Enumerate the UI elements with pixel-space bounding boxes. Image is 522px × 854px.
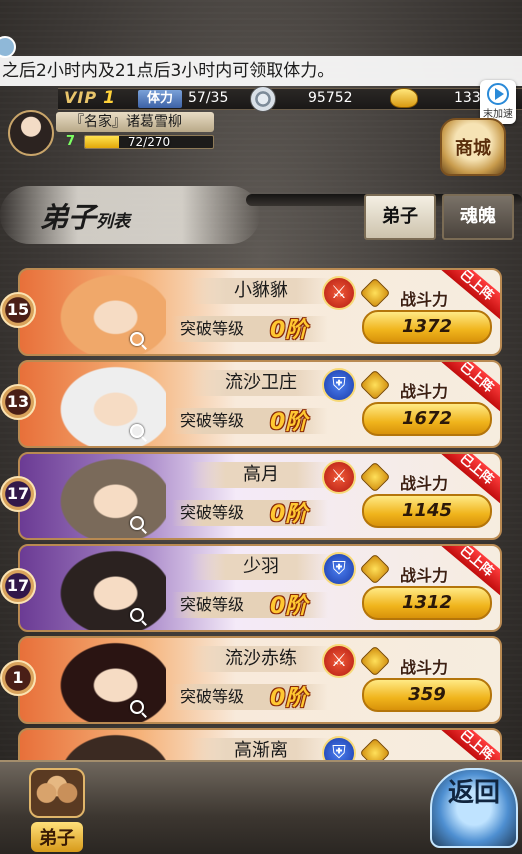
return-button[interactable]: 返回 <box>430 768 518 848</box>
hero-level-badge: 15 <box>0 292 36 328</box>
shield-icon: ⛨ <box>322 368 356 402</box>
power-label: 战斗力 <box>400 290 449 309</box>
stamina-label: 体力 <box>138 90 182 108</box>
hero-card[interactable]: 流沙卫庄 突破等级 0阶 ⛨ 战斗力 1672 已上阵 <box>18 360 502 448</box>
sword-icon: ⚔ <box>322 644 356 678</box>
power-label: 战斗力 <box>400 474 449 493</box>
mall-button[interactable]: 商城 <box>440 118 506 176</box>
tab-disciples[interactable]: 弟子 <box>364 194 436 240</box>
coin-value: 95752 <box>308 90 353 106</box>
magnifier-icon[interactable] <box>130 332 144 346</box>
hero-card[interactable]: 流沙赤练 突破等级 0阶 ⚔ 战斗力 359 <box>18 636 502 724</box>
return-label: 返回 <box>447 778 500 808</box>
sword-icon: ⚔ <box>322 460 356 494</box>
star-icon <box>359 369 391 401</box>
power-value: 1372 <box>362 310 492 344</box>
star-icon <box>359 553 391 585</box>
hero-name: 流沙卫庄 <box>190 370 332 396</box>
power-label: 战斗力 <box>400 566 449 585</box>
hero-portrait[interactable] <box>54 638 166 722</box>
star-icon <box>359 737 391 760</box>
star-icon <box>359 277 391 309</box>
disciple-nav-label: 弟子 <box>31 822 83 852</box>
disciples-icon <box>29 768 85 818</box>
player-name: 『名家』诸葛雪柳 <box>56 112 214 132</box>
vip-indicator[interactable]: VIP 1 <box>64 88 116 108</box>
magnifier-icon[interactable] <box>130 516 144 530</box>
hero-name: 高月 <box>190 462 332 488</box>
hero-portrait[interactable] <box>54 546 166 630</box>
break-level-value: 0阶 <box>270 410 308 435</box>
break-level-value: 0阶 <box>270 686 308 711</box>
shield-icon: ⛨ <box>322 736 356 760</box>
hero-level-badge: 13 <box>0 384 36 420</box>
break-level-value: 0阶 <box>270 502 308 527</box>
page-title-main: 弟子 <box>40 201 97 234</box>
hero-name: 高渐离 <box>190 738 332 760</box>
break-level-value: 0阶 <box>270 594 308 619</box>
announcement-marquee: 之后2小时内及21点后3小时内可领取体力。 <box>0 56 522 86</box>
hero-level-badge: 1 <box>0 660 36 696</box>
page-title: 弟子列表 <box>40 196 130 236</box>
star-icon <box>359 461 391 493</box>
sword-icon: ⚔ <box>322 276 356 310</box>
vip-level: 1 <box>103 88 116 108</box>
silver-coin-icon <box>250 86 276 112</box>
hero-level-badge: 17 <box>0 568 36 604</box>
resource-bar <box>58 88 522 110</box>
player-avatar[interactable] <box>8 110 54 156</box>
star-icon <box>359 645 391 677</box>
tab-souls[interactable]: 魂魄 <box>442 194 514 240</box>
hero-card[interactable]: 高月 突破等级 0阶 ⚔ 战斗力 1145 已上阵 <box>18 452 502 540</box>
hero-level-badge: 17 <box>0 476 36 512</box>
hero-name: 流沙赤练 <box>190 646 332 672</box>
power-value: 1672 <box>362 402 492 436</box>
exp-bar: 72/270 <box>84 135 214 149</box>
hero-list[interactable]: 小貅貅 突破等级 0阶 ⚔ 战斗力 1372 已上阵 15 流沙卫庄 突破等级 … <box>0 268 522 760</box>
magnifier-icon[interactable] <box>130 608 144 622</box>
hero-portrait[interactable] <box>54 270 166 354</box>
play-icon <box>487 83 509 105</box>
page-title-sub: 列表 <box>96 212 131 232</box>
magnifier-icon[interactable] <box>130 700 144 714</box>
hero-name: 小貅貅 <box>190 278 332 304</box>
hero-portrait[interactable] <box>54 362 166 446</box>
power-label: 战斗力 <box>400 382 449 401</box>
power-label: 战斗力 <box>400 658 449 677</box>
shield-icon: ⛨ <box>322 552 356 586</box>
hero-name: 少羽 <box>190 554 332 580</box>
hero-portrait[interactable] <box>54 730 166 760</box>
exp-text: 72/270 <box>127 135 171 149</box>
marquee-text: 之后2小时内及21点后3小时内可领取体力。 <box>2 61 335 81</box>
deployed-ribbon: 已上阵 <box>437 730 500 760</box>
hero-card[interactable]: 小貅貅 突破等级 0阶 ⚔ 战斗力 1372 已上阵 <box>18 268 502 356</box>
disciple-nav-button[interactable]: 弟子 <box>26 768 88 852</box>
vip-label: VIP <box>64 88 98 107</box>
gold-ingot-icon <box>390 88 418 108</box>
power-value: 359 <box>362 678 492 712</box>
magnifier-icon[interactable] <box>130 424 144 438</box>
hero-card[interactable]: 高渐离 ⛨ 已上阵 <box>18 728 502 760</box>
power-value: 1312 <box>362 586 492 620</box>
hero-card[interactable]: 少羽 突破等级 0阶 ⛨ 战斗力 1312 已上阵 <box>18 544 502 632</box>
power-value: 1145 <box>362 494 492 528</box>
player-level: 7 <box>66 134 76 149</box>
hero-portrait[interactable] <box>54 454 166 538</box>
stamina-value: 57/35 <box>188 90 229 106</box>
break-level-value: 0阶 <box>270 318 308 343</box>
